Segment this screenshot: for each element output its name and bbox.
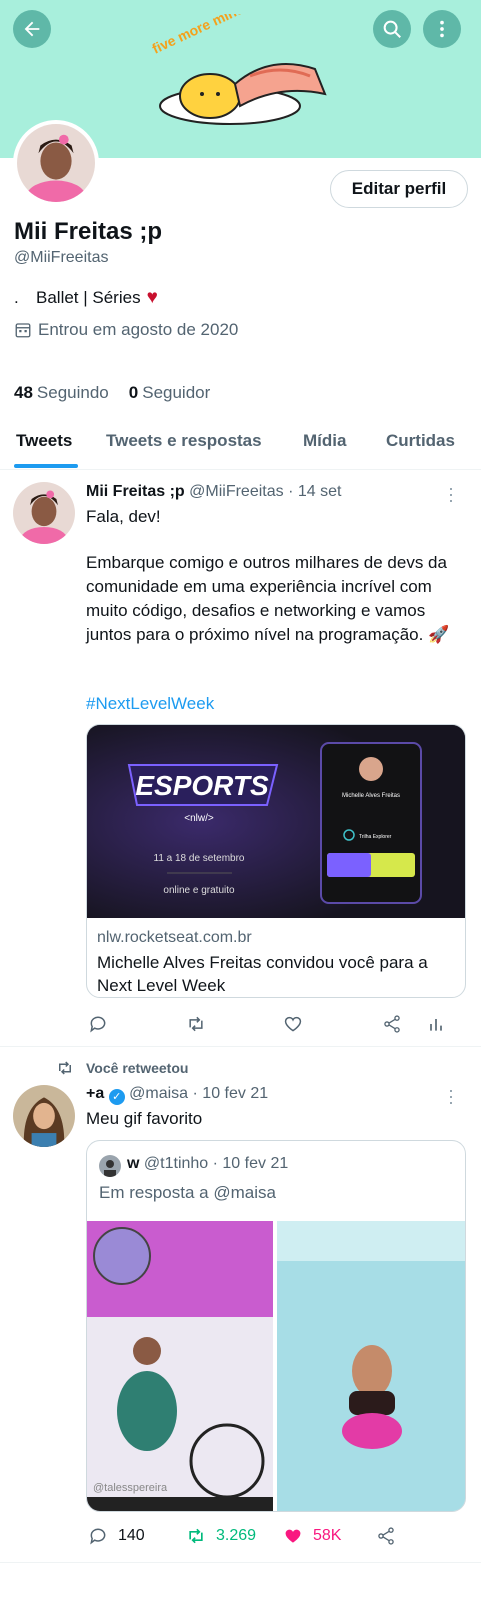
retweeted-text: Você retweetou xyxy=(86,1060,189,1076)
svg-text:five more minutes: five more minutes xyxy=(150,14,266,57)
followers-count: 0 xyxy=(128,383,139,402)
gif-frame-right xyxy=(277,1221,465,1511)
share-icon xyxy=(384,1015,400,1033)
retweet-icon xyxy=(189,1528,203,1544)
retweet-button[interactable]: 3.269 xyxy=(186,1526,256,1546)
reply-icon xyxy=(90,1016,106,1033)
quoted-author-name: w xyxy=(127,1155,140,1172)
svg-text:Michelle Alves Freitas: Michelle Alves Freitas xyxy=(342,793,400,799)
tweet-author-name[interactable]: +a xyxy=(86,1085,104,1102)
nlw-banner: ESPORTS <nlw/> 11 a 18 de setembro onlin… xyxy=(87,725,465,918)
tweet-text-2: Embarque comigo e outros milhares de dev… xyxy=(86,553,450,644)
active-tab-indicator xyxy=(14,464,78,468)
tweet-divider xyxy=(0,1562,481,1563)
profile-photo xyxy=(17,124,95,202)
tweet-text-1: Fala, dev! xyxy=(86,507,161,526)
svg-text:11 a 18 de setembro: 11 a 18 de setembro xyxy=(154,853,245,864)
retweet-button[interactable] xyxy=(186,1014,206,1034)
follow-stats: 48 Seguindo 0 Seguidor xyxy=(14,383,210,403)
search-icon xyxy=(383,20,401,38)
svg-text:online e gratuito: online e gratuito xyxy=(163,885,235,896)
tweet-header: +a ✓ @maisa · 10 fev 21 xyxy=(86,1085,268,1105)
banner-illustration: five more minutes xyxy=(150,14,327,125)
quoted-header: w @t1tinho · 10 fev 21 xyxy=(127,1155,288,1173)
following-count: 48 xyxy=(14,383,33,402)
share-icon xyxy=(378,1527,394,1545)
tweet-author-name[interactable]: Mii Freitas ;p xyxy=(86,483,185,500)
analytics-icon xyxy=(430,1019,442,1031)
reply-button[interactable]: 140 xyxy=(88,1526,145,1546)
arrow-left-icon xyxy=(24,21,40,37)
calendar-icon xyxy=(15,323,31,338)
heart-emoji: ♥ xyxy=(146,287,158,308)
svg-text:Trilha Explorer: Trilha Explorer xyxy=(359,834,392,840)
share-button[interactable] xyxy=(376,1526,396,1546)
quoted-author-meta: @t1tinho · 10 fev 21 xyxy=(143,1155,289,1172)
link-card[interactable]: ESPORTS <nlw/> 11 a 18 de setembro onlin… xyxy=(86,724,466,998)
link-card-domain: nlw.rocketseat.com.br xyxy=(97,929,252,946)
like-button[interactable]: 58K xyxy=(283,1526,341,1546)
profile-photo xyxy=(13,482,75,544)
tweet-more-icon[interactable]: · · · xyxy=(446,479,456,509)
following-link[interactable]: 48 Seguindo xyxy=(14,383,109,403)
profile-tabs: Tweets Tweets e respostas Mídia Curtidas xyxy=(0,425,481,470)
svg-text:ESPORTS: ESPORTS xyxy=(135,770,269,801)
tweet-avatar[interactable] xyxy=(13,482,75,544)
retweet-count: 3.269 xyxy=(216,1527,257,1544)
svg-text:<nlw/>: <nlw/> xyxy=(184,813,214,824)
quoted-tweet[interactable]: w @t1tinho · 10 fev 21 Em resposta a @ma… xyxy=(86,1140,466,1512)
joined-date: Entrou em agosto de 2020 xyxy=(14,320,238,340)
heart-filled-icon xyxy=(285,1529,301,1543)
search-button[interactable] xyxy=(373,10,411,48)
tab-tweets-replies[interactable]: Tweets e respostas xyxy=(106,431,262,451)
following-label: Seguindo xyxy=(36,383,109,402)
profile-handle: @MiiFreeitas xyxy=(14,249,109,266)
retweet-icon xyxy=(59,1061,71,1075)
retweeted-label: Você retweetou xyxy=(56,1059,188,1077)
tweet-avatar[interactable] xyxy=(13,1085,75,1147)
bio-prefix: . xyxy=(14,288,19,307)
svg-text:@talesspereira: @talesspereira xyxy=(93,1482,168,1494)
link-card-title: Michelle Alves Freitas convidou você par… xyxy=(97,953,428,995)
retweet-icon xyxy=(189,1016,203,1032)
reply-count: 140 xyxy=(118,1527,145,1544)
quoted-media-right[interactable] xyxy=(277,1221,465,1511)
bio-text: Ballet | Séries xyxy=(36,288,141,307)
verified-badge-icon: ✓ xyxy=(108,1089,125,1105)
link-card-image: ESPORTS <nlw/> 11 a 18 de setembro onlin… xyxy=(87,725,465,918)
analytics-button[interactable] xyxy=(426,1014,446,1034)
tab-tweets[interactable]: Tweets xyxy=(16,431,72,451)
reply-button[interactable] xyxy=(88,1014,108,1034)
profile-avatar[interactable] xyxy=(13,120,99,206)
followers-link[interactable]: 0 Seguidor xyxy=(129,383,211,403)
like-button[interactable] xyxy=(283,1014,303,1034)
tweet-header: Mii Freitas ;p @MiiFreeitas · 14 set xyxy=(86,483,341,501)
gif-frame-left: @talesspereira xyxy=(87,1221,273,1511)
tab-likes[interactable]: Curtidas xyxy=(386,431,455,451)
author-photo xyxy=(13,1085,75,1147)
followers-label: Seguidor xyxy=(142,383,211,402)
quoted-reply-to: Em resposta a @maisa xyxy=(99,1183,276,1202)
tweet-more-icon[interactable]: · · · xyxy=(446,1081,456,1111)
tab-media[interactable]: Mídia xyxy=(303,431,346,451)
like-count: 58K xyxy=(313,1527,342,1544)
quoted-avatar xyxy=(99,1155,121,1177)
tweet-divider xyxy=(0,1046,481,1047)
quoted-media-left[interactable]: @talesspereira xyxy=(87,1221,273,1511)
reply-icon xyxy=(90,1528,106,1545)
tweet-hashtag[interactable]: #NextLevelWeek xyxy=(86,694,214,714)
edit-profile-button[interactable]: Editar perfil xyxy=(330,170,468,208)
tweet-author-meta: @MiiFreeitas · 14 set xyxy=(189,483,342,500)
more-vertical-icon xyxy=(440,20,444,38)
heart-icon xyxy=(284,1016,302,1032)
tweet-author-meta: @maisa · 10 fev 21 xyxy=(129,1085,269,1102)
profile-bio: . Ballet | Séries ♥ xyxy=(14,287,158,309)
back-button[interactable] xyxy=(13,10,51,48)
share-button[interactable] xyxy=(382,1014,402,1034)
joined-text: Entrou em agosto de 2020 xyxy=(38,320,239,339)
profile-name: Mii Freitas ;p xyxy=(14,218,163,245)
tweet-text-1: Meu gif favorito xyxy=(86,1109,203,1128)
more-button[interactable] xyxy=(423,10,461,48)
